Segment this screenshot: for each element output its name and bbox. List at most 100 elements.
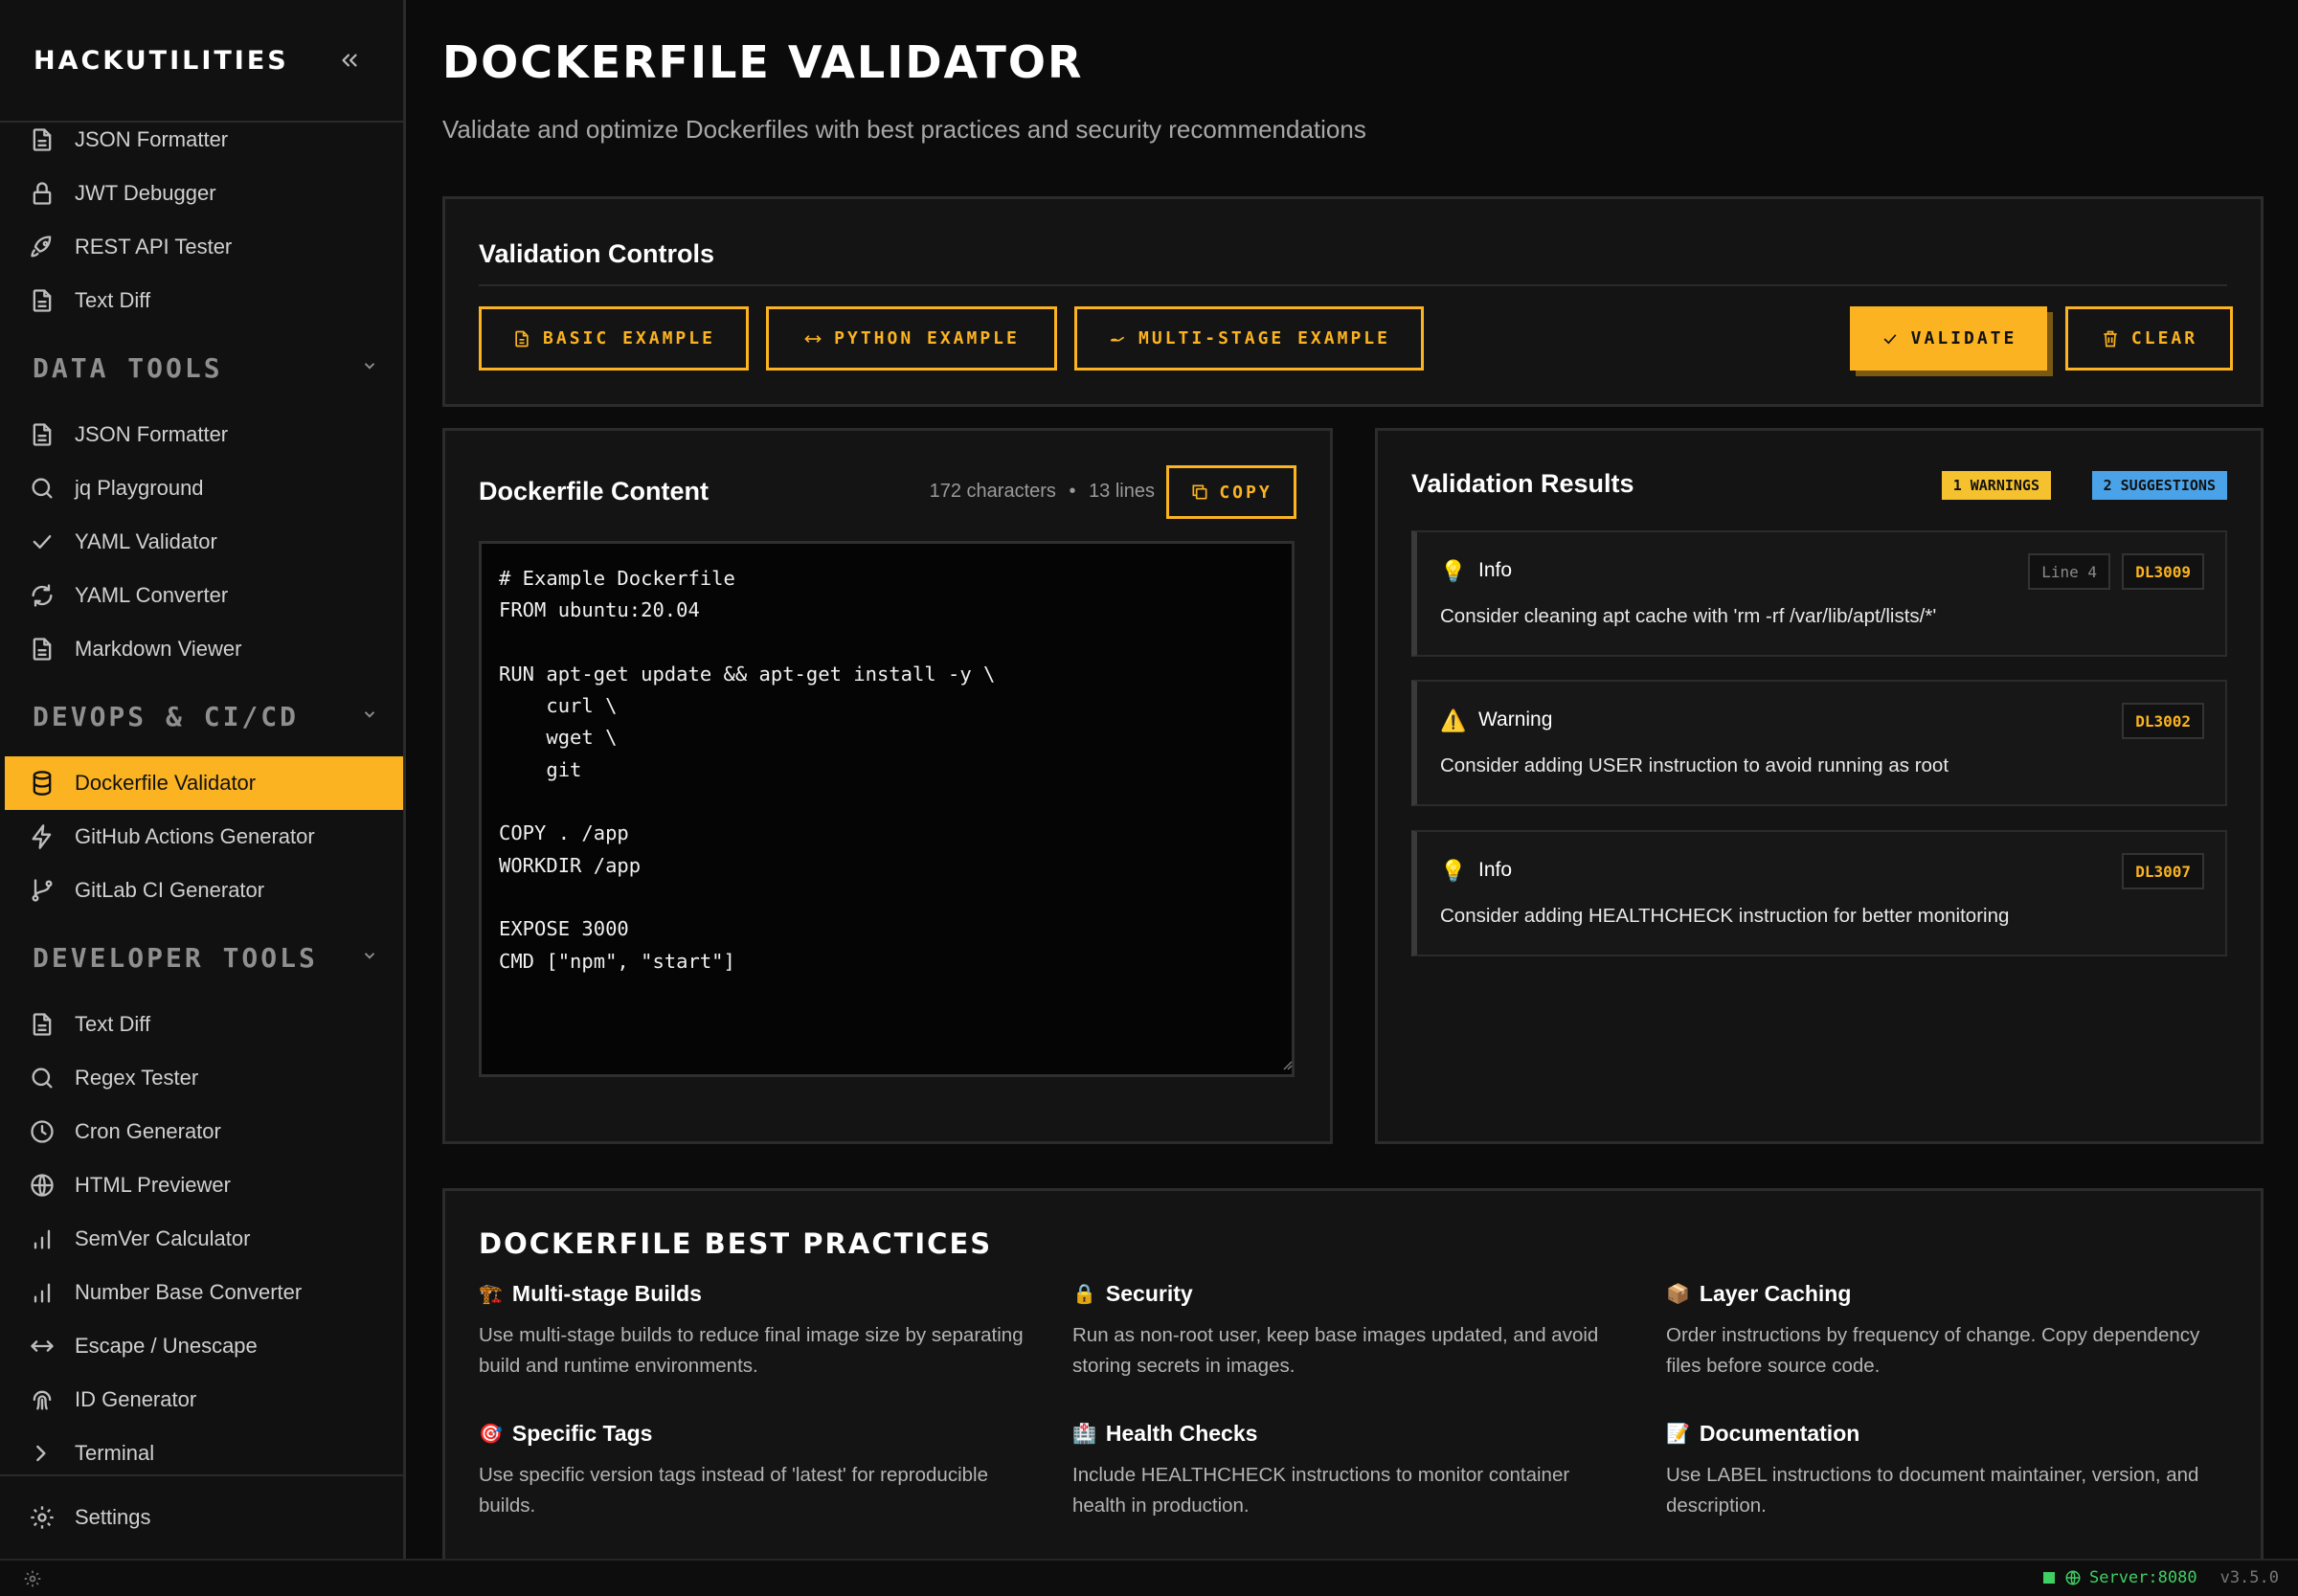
bar-chart-icon [27, 1277, 57, 1308]
practice-item: 📦 Layer Caching Order instructions by fre… [1666, 1281, 2221, 1382]
server-status[interactable]: Server:8080 [2064, 1568, 2197, 1587]
result-item[interactable]: 💡 Info DL3007 Consider adding HEALTHCHEC… [1411, 830, 2227, 956]
panel-title: Dockerfile Content [479, 477, 710, 506]
file-icon [27, 419, 57, 450]
file-icon [27, 285, 57, 316]
check-icon [1883, 333, 1897, 344]
lock-icon [27, 178, 57, 209]
suggestions-badge: 2 SUGGESTIONS [2091, 471, 2227, 500]
gear-icon[interactable] [23, 1569, 42, 1593]
page-title: DOCKERFILE VALIDATOR [442, 36, 1084, 88]
practice-description: Order instructions by frequency of chang… [1666, 1324, 2200, 1377]
clear-button[interactable]: CLEAR [2065, 306, 2233, 371]
best-practices-panel: DOCKERFILE BEST PRACTICES 🏗️ Multi-stage … [442, 1188, 2264, 1571]
sidebar-item-number-base-converter[interactable]: Number Base Converter [0, 1266, 403, 1319]
resize-handle-icon[interactable] [1281, 1059, 1293, 1070]
sidebar-item-label: JSON Formatter [75, 422, 229, 446]
sidebar-item-label: YAML Converter [75, 583, 229, 607]
multi-stage-example-button[interactable]: MULTI-STAGE EXAMPLE [1074, 306, 1424, 371]
sidebar-item-escape-unescape[interactable]: Escape / Unescape [0, 1319, 403, 1373]
lightbulb-icon: 💡 [1440, 859, 1467, 883]
sidebar-item-label: Markdown Viewer [75, 637, 242, 661]
sidebar-item-settings[interactable]: Settings [0, 1474, 403, 1559]
refresh-icon [27, 580, 57, 611]
chevron-down-icon [361, 357, 378, 379]
sidebar-item-json-formatter[interactable]: JSON Formatter [0, 113, 403, 167]
sidebar-item-json-formatter[interactable]: JSON Formatter [0, 408, 403, 461]
memo-icon: 📝 [1666, 1424, 1690, 1445]
sidebar-item-text-diff[interactable]: Text Diff [0, 998, 403, 1051]
result-message: Consider cleaning apt cache with 'rm -rf… [1440, 605, 1937, 627]
button-label[interactable]: PYTHON EXAMPLE [834, 328, 1020, 348]
sidebar-item-label: Terminal [75, 1441, 155, 1465]
dockerfile-content-panel: Dockerfile Content 172 characters • 13 l… [442, 428, 1333, 1144]
result-message: Consider adding HEALTHCHECK instruction … [1440, 905, 2010, 927]
sidebar-item-id-generator[interactable]: ID Generator [0, 1373, 403, 1427]
sidebar-item-label: Number Base Converter [75, 1280, 303, 1304]
copy-button[interactable]: COPY [1166, 465, 1296, 519]
practice-item: 🏗️ Multi-stage Builds Use multi-stage bui… [479, 1281, 1034, 1382]
sidebar-item-github-actions-generator[interactable]: GitHub Actions Generator [0, 810, 403, 864]
result-item[interactable]: ⚠️ Warning DL3002 Consider adding USER i… [1411, 680, 2227, 806]
practice-title: Specific Tags [511, 1421, 653, 1446]
rule-code-tag: DL3009 [2122, 553, 2204, 590]
file-icon [27, 124, 57, 155]
divider [479, 284, 2227, 286]
section-data-tools[interactable]: DATA TOOLS [0, 327, 403, 408]
sidebar-item-markdown-viewer[interactable]: Markdown Viewer [0, 622, 403, 676]
warnings-badge: 1 WARNINGS [1941, 471, 2051, 500]
practice-title: Health Checks [1105, 1421, 1258, 1446]
lightbulb-icon: 💡 [1440, 559, 1467, 583]
basic-example-button[interactable]: BASIC EXAMPLE [479, 306, 749, 371]
globe-icon [2065, 1570, 2081, 1585]
check-icon [27, 527, 57, 557]
database-icon [27, 768, 57, 798]
sidebar-item-label: ID Generator [75, 1387, 197, 1411]
rocket-icon [27, 232, 57, 262]
practice-title: Documentation [1699, 1421, 1860, 1446]
sidebar-item-jq-playground[interactable]: jq Playground [0, 461, 403, 515]
practice-description: Use LABEL instructions to document maint… [1666, 1464, 2199, 1517]
validate-button[interactable]: VALIDATE [1850, 306, 2047, 371]
search-icon [27, 1063, 57, 1093]
sidebar-item-terminal[interactable]: Terminal [0, 1427, 403, 1480]
sidebar-item-jwt-debugger[interactable]: JWT Debugger [0, 167, 403, 220]
practice-description: Use specific version tags instead of 'la… [479, 1464, 988, 1517]
sidebar-item-label: JWT Debugger [75, 181, 216, 205]
sidebar: HACKUTILITIES JSON Formatter JWT Debugge… [0, 0, 406, 1559]
sidebar-item-yaml-converter[interactable]: YAML Converter [0, 569, 403, 622]
result-message: Consider adding USER instruction to avoi… [1440, 754, 1949, 776]
python-example-button[interactable]: PYTHON EXAMPLE [766, 306, 1057, 371]
sidebar-item-html-previewer[interactable]: HTML Previewer [0, 1158, 403, 1212]
panel-title: Validation Results [1411, 469, 1634, 498]
panel-title: DOCKERFILE BEST PRACTICES [479, 1227, 993, 1260]
sidebar-item-dockerfile-validator[interactable]: Dockerfile Validator [5, 756, 403, 810]
warning-icon: ⚠️ [1440, 708, 1467, 732]
collapse-sidebar-button[interactable] [330, 41, 369, 79]
result-type: Warning [1478, 708, 1553, 731]
sidebar-item-label: JSON Formatter [75, 127, 229, 151]
sidebar-item-rest-api-tester[interactable]: REST API Tester [0, 220, 403, 274]
dockerfile-editor[interactable]: # Example Dockerfile FROM ubuntu:20.04 R… [479, 541, 1295, 1077]
sidebar-item-cron-generator[interactable]: Cron Generator [0, 1105, 403, 1158]
sidebar-item-regex-tester[interactable]: Regex Tester [0, 1051, 403, 1105]
practice-item: 📝 Documentation Use LABEL instructions to… [1666, 1421, 2221, 1521]
search-icon [27, 473, 57, 504]
sidebar-item-text-diff[interactable]: Text Diff [0, 274, 403, 327]
sidebar-item-label: jq Playground [75, 476, 204, 500]
practice-title: Multi-stage Builds [511, 1281, 702, 1306]
rule-code-tag: DL3002 [2122, 703, 2204, 739]
sidebar-item-semver-calculator[interactable]: SemVer Calculator [0, 1212, 403, 1266]
editor-stats: 172 characters • 13 lines [930, 481, 1155, 503]
section-developer-tools[interactable]: DEVELOPER TOOLS [0, 917, 403, 998]
section-title: DEVOPS & CI/CD [33, 700, 300, 732]
status-right: Server:8080 v3.5.0 [2042, 1568, 2279, 1587]
brand-title: HACKUTILITIES [34, 45, 289, 76]
sidebar-item-label: Escape / Unescape [75, 1334, 258, 1358]
sidebar-item-yaml-validator[interactable]: YAML Validator [0, 515, 403, 569]
sidebar-item-gitlab-ci-generator[interactable]: GitLab CI Generator [0, 864, 403, 917]
section-devops-ci-cd[interactable]: DEVOPS & CI/CD [0, 676, 403, 756]
sidebar-nav: JSON Formatter JWT Debugger REST API Tes… [0, 113, 403, 1480]
result-item[interactable]: 💡 Info Line 4 DL3009 Consider cleaning a… [1411, 530, 2227, 657]
practice-item: 🎯 Specific Tags Use specific version tags… [479, 1421, 1034, 1521]
